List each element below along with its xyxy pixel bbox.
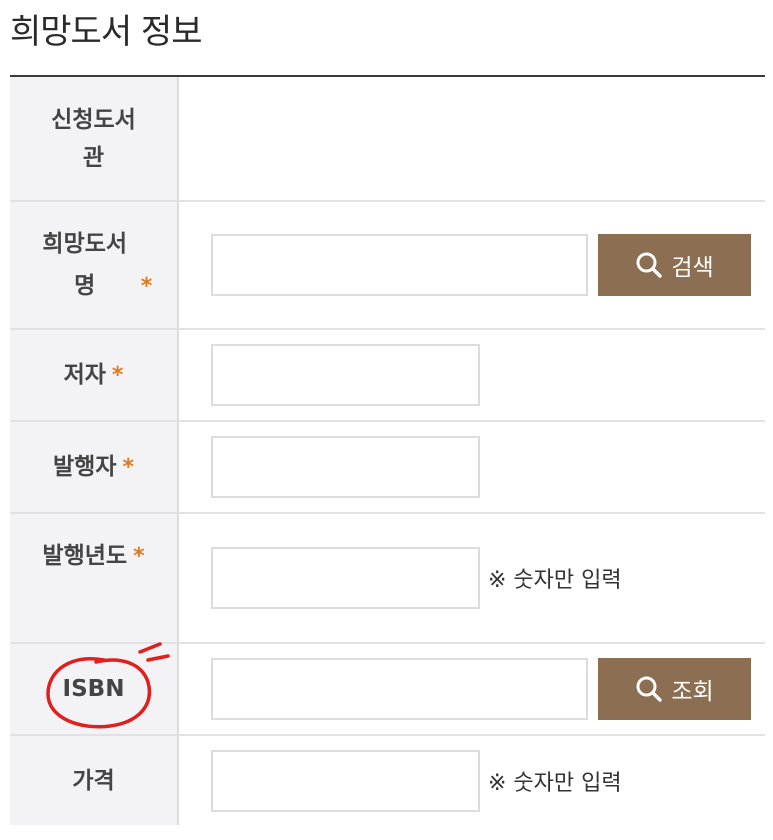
price-input[interactable] (211, 749, 480, 812)
label-library: 신청도서관 (10, 77, 179, 202)
search-icon (636, 676, 663, 702)
label-publisher-text: 발행자 (53, 453, 117, 480)
wish-book-form: 신청도서관 희망도서명 * 검색 저자 * 발행자 * 발행년도 * ※ 숫자만… (10, 77, 765, 825)
year-input[interactable] (211, 547, 480, 609)
row-isbn: ISBN 조회 (10, 642, 765, 736)
label-book-title: 희망도서명 * (10, 201, 179, 330)
lookup-button-label: 조회 (671, 679, 714, 705)
search-button[interactable]: 검색 (598, 234, 751, 296)
value-author (178, 329, 765, 422)
label-isbn: ISBN (10, 642, 179, 736)
search-icon (636, 252, 663, 278)
label-author-text: 저자 (63, 361, 106, 388)
label-author: 저자 * (10, 329, 179, 422)
label-year-text: 발행년도 (42, 543, 128, 569)
value-publisher (178, 421, 765, 514)
author-input[interactable] (211, 344, 480, 406)
label-price: 가격 (10, 735, 179, 825)
label-publisher: 발행자 * (10, 421, 179, 514)
required-mark: * (111, 362, 124, 388)
lookup-button[interactable]: 조회 (598, 658, 751, 720)
label-isbn-text: ISBN (62, 676, 125, 702)
search-button-label: 검색 (671, 255, 714, 281)
page-title: 희망도서 정보 (10, 12, 202, 52)
row-publisher: 발행자 * (10, 421, 765, 514)
publisher-input[interactable] (211, 436, 480, 498)
row-author: 저자 * (10, 329, 765, 422)
label-library-text: 신청도서관 (51, 106, 136, 171)
row-price: 가격 ※ 숫자만 입력 (10, 735, 765, 825)
value-library (178, 77, 765, 202)
numeric-only-note: ※ 숫자만 입력 (488, 568, 622, 593)
required-mark: * (122, 454, 134, 480)
required-mark: * (133, 544, 145, 569)
value-isbn: 조회 (178, 643, 765, 736)
value-book-title: 검색 (178, 201, 765, 330)
row-library: 신청도서관 (10, 77, 765, 202)
isbn-input[interactable] (211, 658, 588, 720)
required-mark: * (140, 273, 153, 299)
value-year: ※ 숫자만 입력 (178, 513, 765, 644)
numeric-only-note: ※ 숫자만 입력 (488, 770, 622, 796)
label-year: 발행년도 * (10, 513, 179, 644)
label-price-text: 가격 (72, 767, 115, 794)
value-price: ※ 숫자만 입력 (178, 735, 765, 825)
row-year: 발행년도 * ※ 숫자만 입력 (10, 513, 765, 644)
row-book-title: 희망도서명 * 검색 (10, 201, 765, 330)
label-book-title-text: 희망도서명 (42, 230, 128, 299)
book-title-input[interactable] (211, 234, 588, 296)
